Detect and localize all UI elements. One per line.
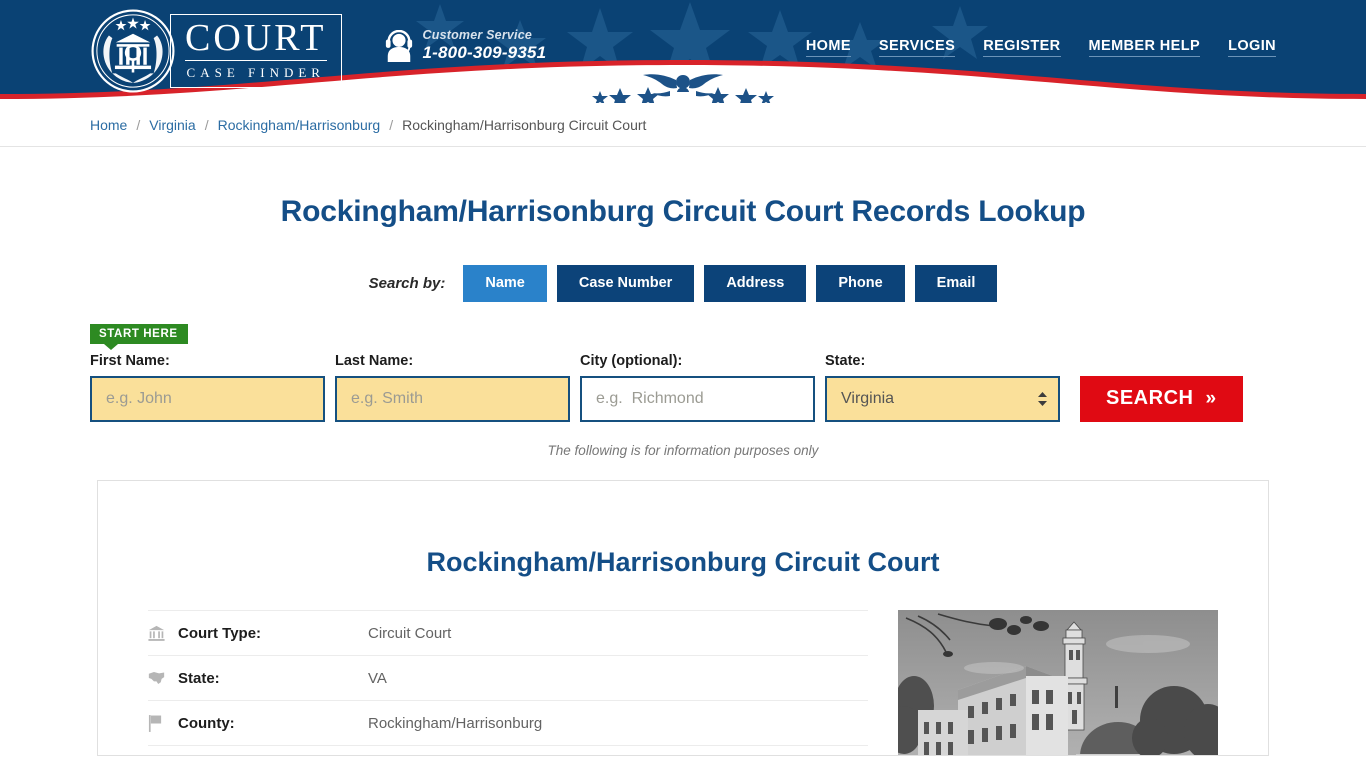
double-chevron-right-icon: » <box>1205 387 1217 409</box>
first-name-input[interactable] <box>90 375 325 422</box>
customer-service-block[interactable]: Customer Service 1-800-309-9351 <box>384 28 547 63</box>
court-info-card: Rockingham/Harrisonburg Circuit Court Co… <box>97 479 1269 756</box>
breadcrumb-bar: Home / Virginia / Rockingham/Harrisonbur… <box>0 103 1366 147</box>
first-name-field-group: First Name: <box>90 353 325 422</box>
breadcrumb-separator: / <box>389 116 394 133</box>
state-field-group: State: Virginia <box>825 353 1060 422</box>
court-card-title: Rockingham/Harrisonburg Circuit Court <box>426 546 940 577</box>
tab-phone[interactable]: Phone <box>816 265 905 302</box>
detail-value-court-type: Circuit Court <box>368 624 452 642</box>
detail-row-state: State: VA <box>148 656 868 701</box>
site-logo[interactable]: COURT CASE FINDER <box>90 8 342 94</box>
detail-label-county: County: <box>178 714 235 732</box>
last-name-input[interactable] <box>335 375 570 422</box>
tab-address[interactable]: Address <box>704 265 807 302</box>
court-details-list: Court Type: Circuit Court State: VA Coun… <box>148 609 898 755</box>
detail-value-county: Rockingham/Harrisonburg <box>368 714 543 732</box>
bank-courthouse-icon <box>148 625 178 642</box>
search-by-label: Search by: <box>368 274 446 292</box>
detail-row-court-type: Court Type: Circuit Court <box>148 609 868 656</box>
logo-main-text: COURT <box>185 17 327 61</box>
main-navigation: HOME SERVICES REGISTER MEMBER HELP LOGIN <box>805 38 1276 57</box>
search-button-label: SEARCH <box>1106 387 1194 409</box>
city-input[interactable] <box>580 375 815 422</box>
courthouse-photo <box>898 609 1218 755</box>
last-name-field-group: Last Name: <box>335 353 570 422</box>
last-name-label: Last Name: <box>335 352 414 369</box>
nav-item-services[interactable]: SERVICES <box>878 38 956 57</box>
customer-service-label: Customer Service <box>422 28 533 42</box>
court-seal-icon <box>91 9 175 93</box>
tab-email[interactable]: Email <box>914 265 998 302</box>
breadcrumb: Home / Virginia / Rockingham/Harrisonbur… <box>90 117 1276 133</box>
search-disclaimer: The following is for information purpose… <box>547 442 819 458</box>
city-label: City (optional): <box>580 352 683 369</box>
detail-label-court-type: Court Type: <box>178 624 262 642</box>
search-button[interactable]: SEARCH » <box>1080 375 1243 422</box>
search-form: First Name: Last Name: City (optional): … <box>90 353 1276 422</box>
breadcrumb-separator: / <box>204 116 209 133</box>
tab-name[interactable]: Name <box>463 265 547 302</box>
city-field-group: City (optional): <box>580 353 815 422</box>
us-map-icon <box>148 671 178 685</box>
page-title: Rockingham/Harrisonburg Circuit Court Re… <box>280 195 1086 228</box>
logo-text-box: COURT CASE FINDER <box>170 14 342 88</box>
start-here-wrapper: START HERE <box>90 323 1276 350</box>
nav-item-home[interactable]: HOME <box>805 38 851 57</box>
breadcrumb-item-county[interactable]: Rockingham/Harrisonburg <box>218 117 381 133</box>
search-by-tabs: Search by: Name Case Number Address Phon… <box>90 265 1276 302</box>
detail-value-state: VA <box>368 669 387 687</box>
nav-item-login[interactable]: LOGIN <box>1228 38 1276 57</box>
headset-support-icon <box>385 29 412 62</box>
breadcrumb-item-current: Rockingham/Harrisonburg Circuit Court <box>402 116 647 133</box>
flag-icon <box>148 714 178 732</box>
nav-item-member-help[interactable]: MEMBER HELP <box>1088 38 1201 57</box>
nav-item-register[interactable]: REGISTER <box>983 38 1061 57</box>
state-label: State: <box>825 352 866 369</box>
breadcrumb-item-home[interactable]: Home <box>90 117 127 133</box>
court-card-body: Court Type: Circuit Court State: VA Coun… <box>98 609 1268 755</box>
site-header: COURT CASE FINDER Customer Service 1-800… <box>0 0 1366 103</box>
tab-case-number[interactable]: Case Number <box>556 265 695 302</box>
logo-sub-text: CASE FINDER <box>186 65 325 80</box>
breadcrumb-separator: / <box>136 116 141 133</box>
detail-label-state: State: <box>178 669 220 687</box>
customer-service-phone[interactable]: 1-800-309-9351 <box>423 43 547 63</box>
state-select[interactable]: Virginia <box>825 375 1060 422</box>
start-here-badge: START HERE <box>90 323 188 350</box>
detail-row-county: County: Rockingham/Harrisonburg <box>148 701 868 746</box>
breadcrumb-item-virginia[interactable]: Virginia <box>149 117 195 133</box>
first-name-label: First Name: <box>90 352 170 369</box>
